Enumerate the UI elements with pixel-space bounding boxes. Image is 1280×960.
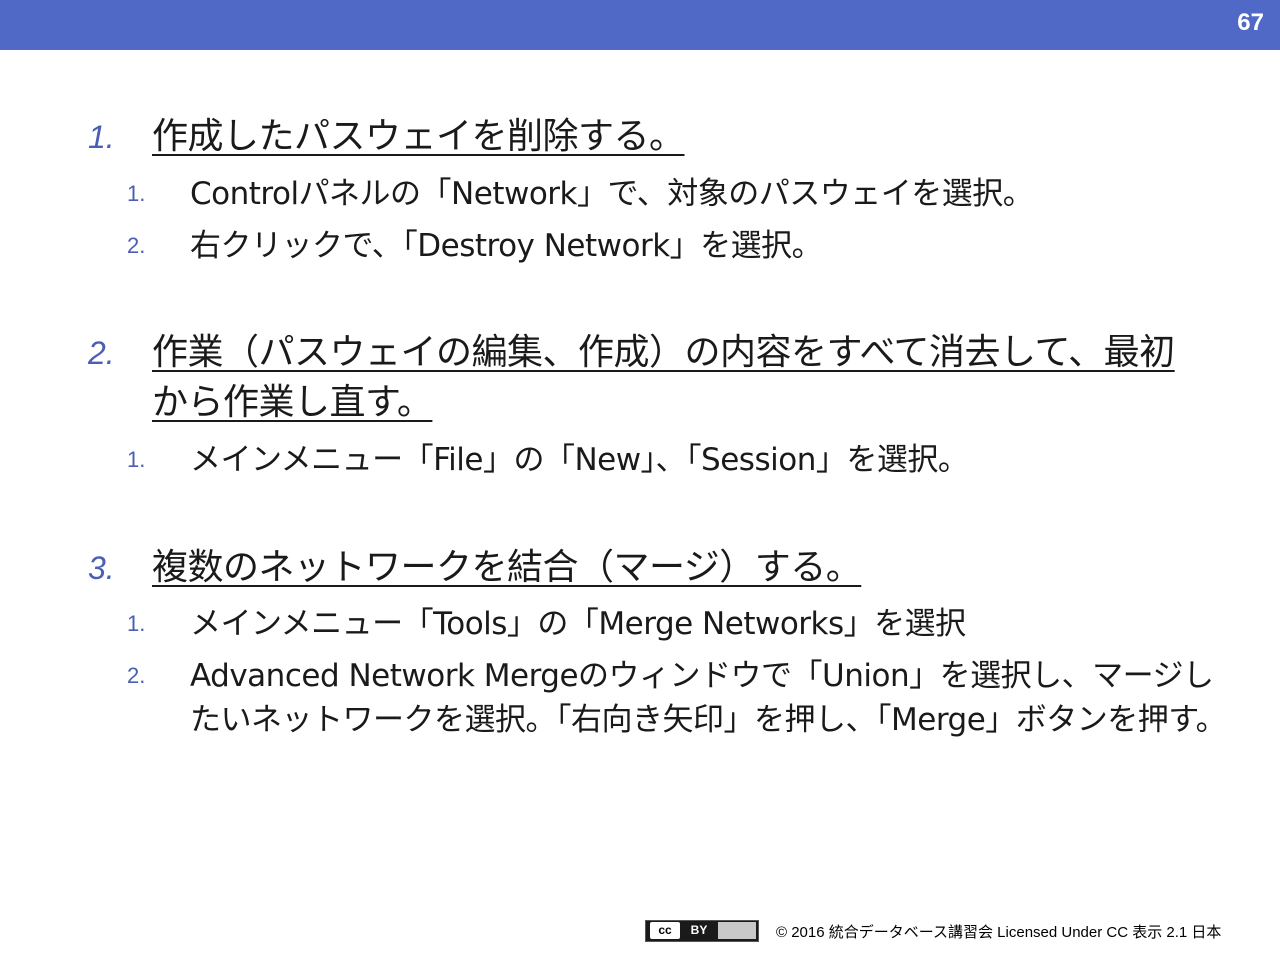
badge-filler: [718, 922, 756, 939]
item-number: 2.: [88, 335, 115, 371]
sub-item-text: 右クリックで、「Destroy Network」を選択。: [190, 228, 823, 264]
footer: cc BY © 2016 統合データベース講習会 Licensed Under …: [645, 918, 1265, 944]
page-number: 67: [1237, 9, 1264, 36]
sub-item-number: 2.: [127, 233, 146, 258]
item-number: 1.: [88, 119, 115, 155]
item-heading: 作成したパスウェイを削除する。: [152, 116, 685, 157]
sub-item-text: Advanced Network Mergeのウィンドウで「Union」を選択し…: [190, 658, 1227, 738]
sub-item-text: メインメニュー「Tools」の「Merge Networks」を選択: [190, 606, 966, 642]
license-text: © 2016 統合データベース講習会 Licensed Under CC 表示 …: [776, 924, 1222, 941]
sub-item-text: Controlパネルの「Network」で、対象のパスウェイを選択。: [190, 176, 1034, 212]
item-heading: 作業（パスウェイの編集、作成）の内容をすべて消去して、最初から作業し直す。: [152, 332, 1175, 423]
header-bar: 67: [0, 0, 1280, 50]
sub-item-number: 1.: [127, 611, 146, 636]
by-icon: BY: [690, 923, 708, 937]
sub-item-number: 2.: [127, 663, 146, 688]
sub-item-text: メインメニュー「File」の「New」、「Session」を選択。: [190, 442, 969, 478]
item-heading: 複数のネットワークを結合（マージ）する。: [152, 547, 862, 588]
cc-icon: cc: [650, 922, 680, 939]
sub-item-number: 1.: [127, 447, 146, 472]
item-number: 3.: [88, 550, 115, 586]
sub-item-number: 1.: [127, 181, 146, 206]
cc-by-license-badge: cc BY: [645, 920, 759, 942]
